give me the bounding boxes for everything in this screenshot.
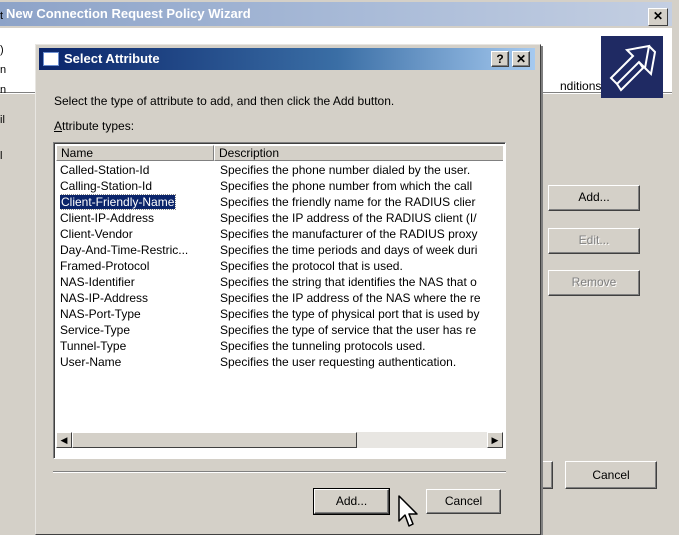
attribute-description: Specifies the IP address of the RADIUS c… <box>220 211 477 225</box>
wizard-cancel-button[interactable]: Cancel <box>565 461 657 489</box>
list-item[interactable]: Tunnel-Type Specifies the tunneling proto… <box>56 338 503 354</box>
help-button[interactable]: ? <box>491 51 509 67</box>
attribute-name: Framed-Protocol <box>60 259 150 273</box>
wizard-left-text: n <box>0 64 7 76</box>
dialog-divider <box>53 471 506 473</box>
attribute-name: NAS-IP-Address <box>60 291 149 305</box>
arrow-left-icon: ◀ <box>60 435 68 445</box>
list-item[interactable]: NAS-IP-Address Specifies the IP address o… <box>56 290 503 306</box>
attribute-types-list[interactable]: Name Description Called-Station-Id Specif… <box>53 142 506 459</box>
list-item[interactable]: Client-Vendor Specifies the manufacturer … <box>56 226 503 242</box>
mouse-pointer-icon <box>398 495 418 527</box>
attribute-description: Specifies the manufacturer of the RADIUS… <box>220 227 478 241</box>
select-attribute-dialog: Select Attribute ? ✕ Select the type of … <box>35 44 541 535</box>
wizard-close-button[interactable]: ✕ <box>648 8 668 26</box>
wizard-header-text: nditions <box>560 79 602 93</box>
cancel-button-label: Cancel <box>444 494 483 508</box>
wizard-remove-button[interactable]: Remove <box>548 270 640 296</box>
attribute-description: Specifies the protocol that is used. <box>220 259 403 273</box>
attribute-name: NAS-Identifier <box>60 275 135 289</box>
list-item[interactable]: Framed-Protocol Specifies the protocol th… <box>56 258 503 274</box>
list-rows: Called-Station-Id Specifies the phone num… <box>56 162 503 370</box>
instruction-text: Select the type of attribute to add, and… <box>54 94 395 108</box>
attribute-description: Specifies the type of service that the u… <box>220 323 477 337</box>
attribute-name: User-Name <box>60 355 122 369</box>
attribute-description: Specifies the phone number from which th… <box>220 179 473 193</box>
scroll-right-button[interactable]: ▶ <box>487 432 503 448</box>
attribute-name: Client-Vendor <box>60 227 133 241</box>
wizard-remove-label: Remove <box>571 275 617 289</box>
attribute-name: Client-Friendly-Name <box>60 194 210 210</box>
add-button-label: Add... <box>335 494 368 508</box>
list-item[interactable]: NAS-Port-Type Specifies the type of physi… <box>56 306 503 322</box>
dialog-close-button[interactable]: ✕ <box>512 51 530 67</box>
column-header-name[interactable]: Name <box>56 145 214 161</box>
attribute-types-label-text: ttribute types: <box>62 119 135 133</box>
wizard-cancel-label: Cancel <box>592 468 630 482</box>
list-item[interactable]: Day-And-Time-Restric... Specifies the tim… <box>56 242 503 258</box>
dialog-titlebar[interactable]: Select Attribute ? ✕ <box>39 48 535 70</box>
attribute-name: Called-Station-Id <box>60 163 150 177</box>
wizard-edit-button[interactable]: Edit... <box>548 228 640 254</box>
wizard-back-button[interactable] <box>541 461 553 489</box>
attribute-description: Specifies the string that identifies the… <box>220 275 477 289</box>
arrow-right-icon: ▶ <box>491 435 499 445</box>
column-headers: Name Description <box>56 145 503 161</box>
wizard-titlebar[interactable]: New Connection Request Policy Wizard ✕ <box>0 2 672 26</box>
attribute-description: Specifies the tunneling protocols used. <box>220 339 426 353</box>
wizard-left-text: ) <box>0 44 4 56</box>
attribute-description: Specifies the time periods and days of w… <box>220 243 478 257</box>
wizard-add-button[interactable]: Add... <box>548 185 640 211</box>
list-item[interactable]: Calling-Station-Id Specifies the phone nu… <box>56 178 503 194</box>
attribute-name-text: Client-Friendly-Name <box>60 194 177 210</box>
scroll-thumb[interactable] <box>72 432 357 448</box>
attribute-name: Calling-Station-Id <box>60 179 153 193</box>
wizard-edit-label: Edit... <box>578 233 610 247</box>
attribute-description: Specifies the IP address of the NAS wher… <box>220 291 481 305</box>
attribute-name: NAS-Port-Type <box>60 307 141 321</box>
list-item[interactable]: Called-Station-Id Specifies the phone num… <box>56 162 503 178</box>
cancel-button[interactable]: Cancel <box>426 489 501 514</box>
wizard-add-label: Add... <box>578 190 610 204</box>
close-icon: ✕ <box>515 52 527 66</box>
list-item[interactable]: Service-Type Specifies the type of servic… <box>56 322 503 338</box>
list-item[interactable]: User-Name Specifies the user requesting a… <box>56 354 503 370</box>
window-icon <box>43 52 59 66</box>
wizard-left-text: n <box>0 84 7 96</box>
column-header-description[interactable]: Description <box>214 145 503 161</box>
attribute-name: Day-And-Time-Restric... <box>60 243 189 257</box>
add-button[interactable]: Add... <box>313 488 390 515</box>
attribute-name: Client-IP-Address <box>60 211 155 225</box>
attribute-types-label: Attribute types: <box>54 119 134 133</box>
close-icon: ✕ <box>652 9 664 23</box>
attribute-description: Specifies the friendly name for the RADI… <box>220 195 476 209</box>
accelerator-key: A <box>54 119 63 133</box>
wizard-left-text: il <box>0 114 5 126</box>
list-item[interactable]: NAS-Identifier Specifies the string that … <box>56 274 503 290</box>
wizard-arrow-icon <box>601 36 663 98</box>
attribute-description: Specifies the type of physical port that… <box>220 307 480 321</box>
list-item-selected[interactable]: Client-Friendly-Name Specifies the friend… <box>56 194 503 210</box>
scroll-left-button[interactable]: ◀ <box>56 432 72 448</box>
wizard-left-text: l <box>0 150 3 162</box>
dialog-title: Select Attribute <box>64 51 160 66</box>
attribute-name: Service-Type <box>60 323 131 337</box>
attribute-name: Tunnel-Type <box>60 339 127 353</box>
list-item[interactable]: Client-IP-Address Specifies the IP addres… <box>56 210 503 226</box>
wizard-title: New Connection Request Policy Wizard <box>6 6 251 21</box>
wizard-left-text: t <box>0 10 4 22</box>
attribute-description: Specifies the user requesting authentica… <box>220 355 457 369</box>
attribute-description: Specifies the phone number dialed by the… <box>220 163 471 177</box>
horizontal-scrollbar[interactable]: ◀ ▶ <box>56 432 503 448</box>
help-icon: ? <box>496 52 504 66</box>
